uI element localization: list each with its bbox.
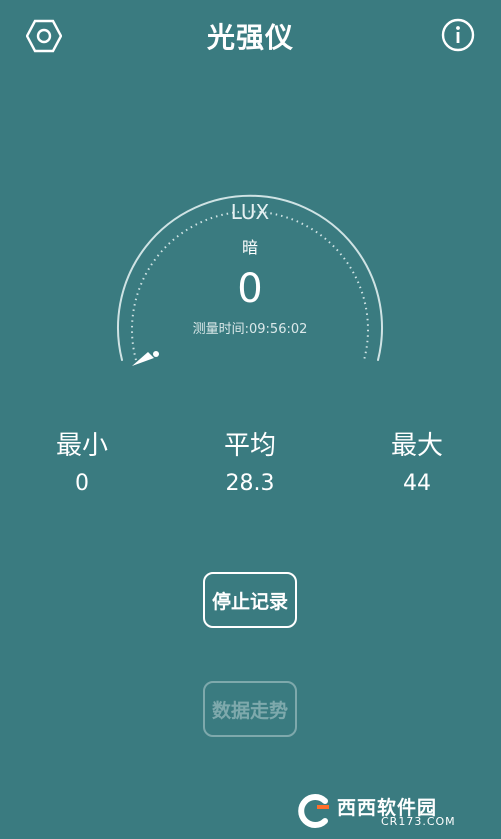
stat-max-label: 最大 <box>390 431 443 461</box>
info-icon <box>441 18 475 52</box>
stat-max-value: 44 <box>403 471 431 496</box>
light-level-text: 暗 <box>241 238 258 257</box>
stat-min-label: 最小 <box>55 431 108 461</box>
light-gauge: LUX 暗 0 测量时间:09:56:02 <box>110 170 390 370</box>
cr-logo-icon <box>298 794 329 828</box>
page-title: 光强仪 <box>206 21 294 54</box>
info-button[interactable] <box>441 18 475 52</box>
measure-time-value: 09:56:02 <box>249 322 308 337</box>
stop-record-button[interactable]: 停止记录 <box>203 572 297 628</box>
app-header: 光强仪 <box>0 0 501 72</box>
watermark-url: CR173.COM <box>381 815 456 828</box>
measure-time-label: 测量时间: <box>192 322 249 337</box>
measure-time: 测量时间:09:56:02 <box>110 318 390 337</box>
watermark: 西西软件园 CR173.COM <box>295 791 485 831</box>
stat-avg-value: 28.3 <box>225 471 275 496</box>
stat-avg: 平均 28.3 <box>190 428 310 500</box>
stat-max: 最大 44 <box>357 428 477 500</box>
stat-avg-label: 平均 <box>223 431 276 461</box>
gauge-needle-tip <box>153 351 159 357</box>
unit-label: LUX <box>230 200 270 224</box>
stat-min: 最小 0 <box>22 428 142 500</box>
lux-reading: 0 <box>237 266 263 312</box>
stat-min-value: 0 <box>75 471 89 496</box>
data-trend-button[interactable]: 数据走势 <box>203 681 297 737</box>
